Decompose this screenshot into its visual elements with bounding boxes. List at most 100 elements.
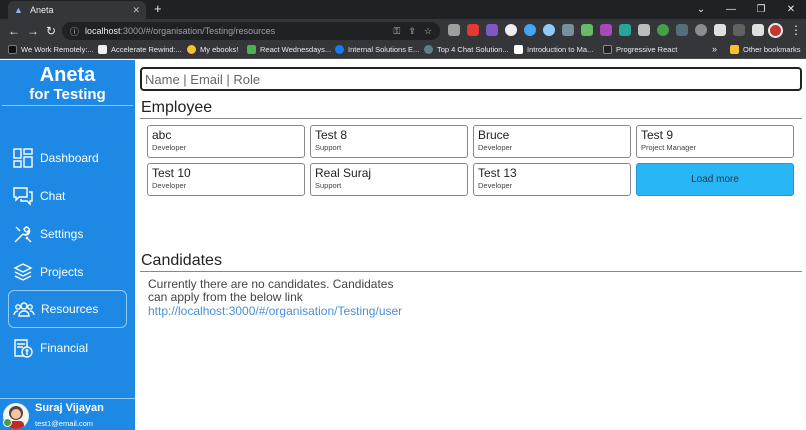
extension-purple-icon[interactable] xyxy=(486,24,498,36)
employee-name: Test 13 xyxy=(478,166,517,180)
candidates-section-title: Candidates xyxy=(141,252,222,269)
bookmark-label: Top 4 Chat Solution... xyxy=(437,45,509,54)
bookmark-item[interactable]: My ebooks! xyxy=(187,45,238,54)
site-info-icon[interactable]: ⓘ xyxy=(70,25,79,38)
bookmark-label: Accelerate Rewind:... xyxy=(111,45,182,54)
sidebar-item-label: Resources xyxy=(41,302,99,316)
bookmark-meta-icon xyxy=(335,45,344,54)
sidebar-item-label: Dashboard xyxy=(40,151,99,165)
sidebar-item-financial[interactable]: Financial xyxy=(8,329,127,367)
sidebar-item-chat[interactable]: Chat xyxy=(8,177,127,215)
bookmark-item[interactable]: Accelerate Rewind:... xyxy=(98,45,182,54)
sidebar-item-label: Projects xyxy=(40,265,84,279)
candidates-apply-link[interactable]: http://localhost:3000/#/organisation/Tes… xyxy=(148,304,402,318)
extension-green-icon[interactable] xyxy=(581,24,593,36)
extension-vue-icon[interactable] xyxy=(676,24,688,36)
brand-divider xyxy=(2,105,133,106)
forward-icon[interactable]: → xyxy=(27,23,39,39)
employee-role: Developer xyxy=(152,181,187,190)
bookmark-item[interactable]: Introduction to Ma... xyxy=(514,45,593,54)
extensions-puzzle-icon[interactable] xyxy=(714,24,726,36)
bookmark-ar-icon xyxy=(98,45,107,54)
user-name: Suraj Vijayan xyxy=(35,402,104,414)
back-icon[interactable]: ← xyxy=(8,23,20,39)
bookmark-item[interactable]: Progressive React xyxy=(603,45,677,54)
reload-icon[interactable]: ↻ xyxy=(46,23,56,39)
extension-circle-icon[interactable] xyxy=(695,24,707,36)
sidebar-item-resources[interactable]: Resources xyxy=(8,290,127,328)
extension-red-icon[interactable] xyxy=(467,24,479,36)
employee-card[interactable]: Test 8 Support xyxy=(310,125,468,158)
employee-card[interactable]: Real Suraj Support xyxy=(310,163,468,196)
extension-blue-icon[interactable] xyxy=(524,24,536,36)
sidebar-item-label: Settings xyxy=(40,227,84,241)
dashboard-icon xyxy=(13,148,33,168)
bookmark-label: Progressive React xyxy=(616,45,678,54)
bookmark-label: Introduction to Ma... xyxy=(527,45,594,54)
bookmark-item[interactable]: Top 4 Chat Solution... xyxy=(424,45,509,54)
bookmark-item[interactable]: Internal Solutions E... xyxy=(335,45,419,54)
share-icon[interactable]: ⇪ xyxy=(408,26,416,37)
bookmark-label: Internal Solutions E... xyxy=(348,45,420,54)
restore-icon[interactable]: ❐ xyxy=(746,0,776,19)
brand-logo[interactable]: Aneta for Testing xyxy=(0,64,135,104)
bookmarks-bar: We Work Remotely:... Accelerate Rewind:.… xyxy=(0,43,806,59)
extension-flag-icon[interactable] xyxy=(638,24,650,36)
extension-teal-icon[interactable] xyxy=(619,24,631,36)
extension-gray-icon[interactable] xyxy=(562,24,574,36)
bookmark-item[interactable]: React Wednesdays... xyxy=(247,45,331,54)
resources-icon xyxy=(13,302,35,317)
bookmarks-more-icon[interactable]: » xyxy=(712,44,717,54)
new-tab-icon[interactable]: + xyxy=(154,1,162,17)
projects-icon xyxy=(13,263,33,281)
bookmark-star-icon[interactable]: ☆ xyxy=(424,26,432,37)
employee-card[interactable]: abc Developer xyxy=(147,125,305,158)
bookmark-ebooks-icon xyxy=(187,45,196,54)
extension-pink-icon[interactable] xyxy=(600,24,612,36)
url-host: localhost xyxy=(85,26,121,36)
sidebar-item-dashboard[interactable]: Dashboard xyxy=(8,139,127,177)
sidebar-item-label: Financial xyxy=(40,341,89,355)
bookmark-item[interactable]: We Work Remotely:... xyxy=(8,45,94,54)
extension-dark-icon[interactable] xyxy=(733,24,745,36)
bookmark-label: Other bookmarks xyxy=(743,45,801,54)
tab-search-icon[interactable]: ⌄ xyxy=(686,0,716,19)
minimize-icon[interactable]: — xyxy=(716,0,746,19)
profile-avatar-icon[interactable] xyxy=(768,23,783,38)
aneta-favicon-icon: ▲ xyxy=(14,5,23,15)
user-profile[interactable]: Suraj Vijayan test1@email.com xyxy=(0,398,135,430)
employee-section-title: Employee xyxy=(141,99,213,116)
employee-card[interactable]: Test 13 Developer xyxy=(473,163,631,196)
browser-menu-icon[interactable]: ⋮ xyxy=(790,23,802,38)
extension-umbrella-icon[interactable] xyxy=(505,24,517,36)
browser-toolbar: ← → ↻ ⓘ localhost :3000/#/organisation/T… xyxy=(0,19,806,43)
online-status-icon xyxy=(3,418,12,427)
side-panel-icon[interactable] xyxy=(752,24,764,36)
sidebar-item-projects[interactable]: Projects xyxy=(8,253,127,291)
browser-tab-bar: ▲ Aneta ✕ + ⌄ — ❐ ✕ xyxy=(0,0,806,19)
bookmark-wwr-icon xyxy=(8,45,17,54)
employee-card[interactable]: Test 10 Developer xyxy=(147,163,305,196)
url-path: :3000/#/organisation/Testing/resources xyxy=(120,26,276,36)
extension-check-icon[interactable] xyxy=(657,24,669,36)
chat-icon xyxy=(13,187,33,206)
employee-card[interactable]: Bruce Developer xyxy=(473,125,631,158)
sidebar-item-settings[interactable]: Settings xyxy=(8,215,127,253)
bookmark-item[interactable]: Other bookmarks xyxy=(730,45,801,54)
address-bar[interactable]: ⓘ localhost :3000/#/organisation/Testing… xyxy=(62,22,440,40)
extension-shield-icon[interactable] xyxy=(448,24,460,36)
employee-card[interactable]: Test 9 Project Manager xyxy=(636,125,794,158)
extension-light-blue-icon[interactable] xyxy=(543,24,555,36)
bookmark-label: We Work Remotely:... xyxy=(21,45,94,54)
search-input[interactable] xyxy=(140,67,802,91)
browser-tab[interactable]: ▲ Aneta ✕ xyxy=(8,1,146,19)
key-icon[interactable]: ⚿ xyxy=(394,26,401,37)
bookmark-react-icon xyxy=(247,45,256,54)
employee-role: Developer xyxy=(152,143,187,152)
candidates-empty-text: Currently there are no candidates. Candi… xyxy=(148,277,394,304)
settings-icon xyxy=(14,226,32,243)
window-close-icon[interactable]: ✕ xyxy=(776,0,806,19)
tab-close-icon[interactable]: ✕ xyxy=(132,5,140,16)
load-more-button[interactable]: Load more xyxy=(636,163,794,196)
app-sidebar: Aneta for Testing Dashboard Chat Setting… xyxy=(0,60,135,430)
